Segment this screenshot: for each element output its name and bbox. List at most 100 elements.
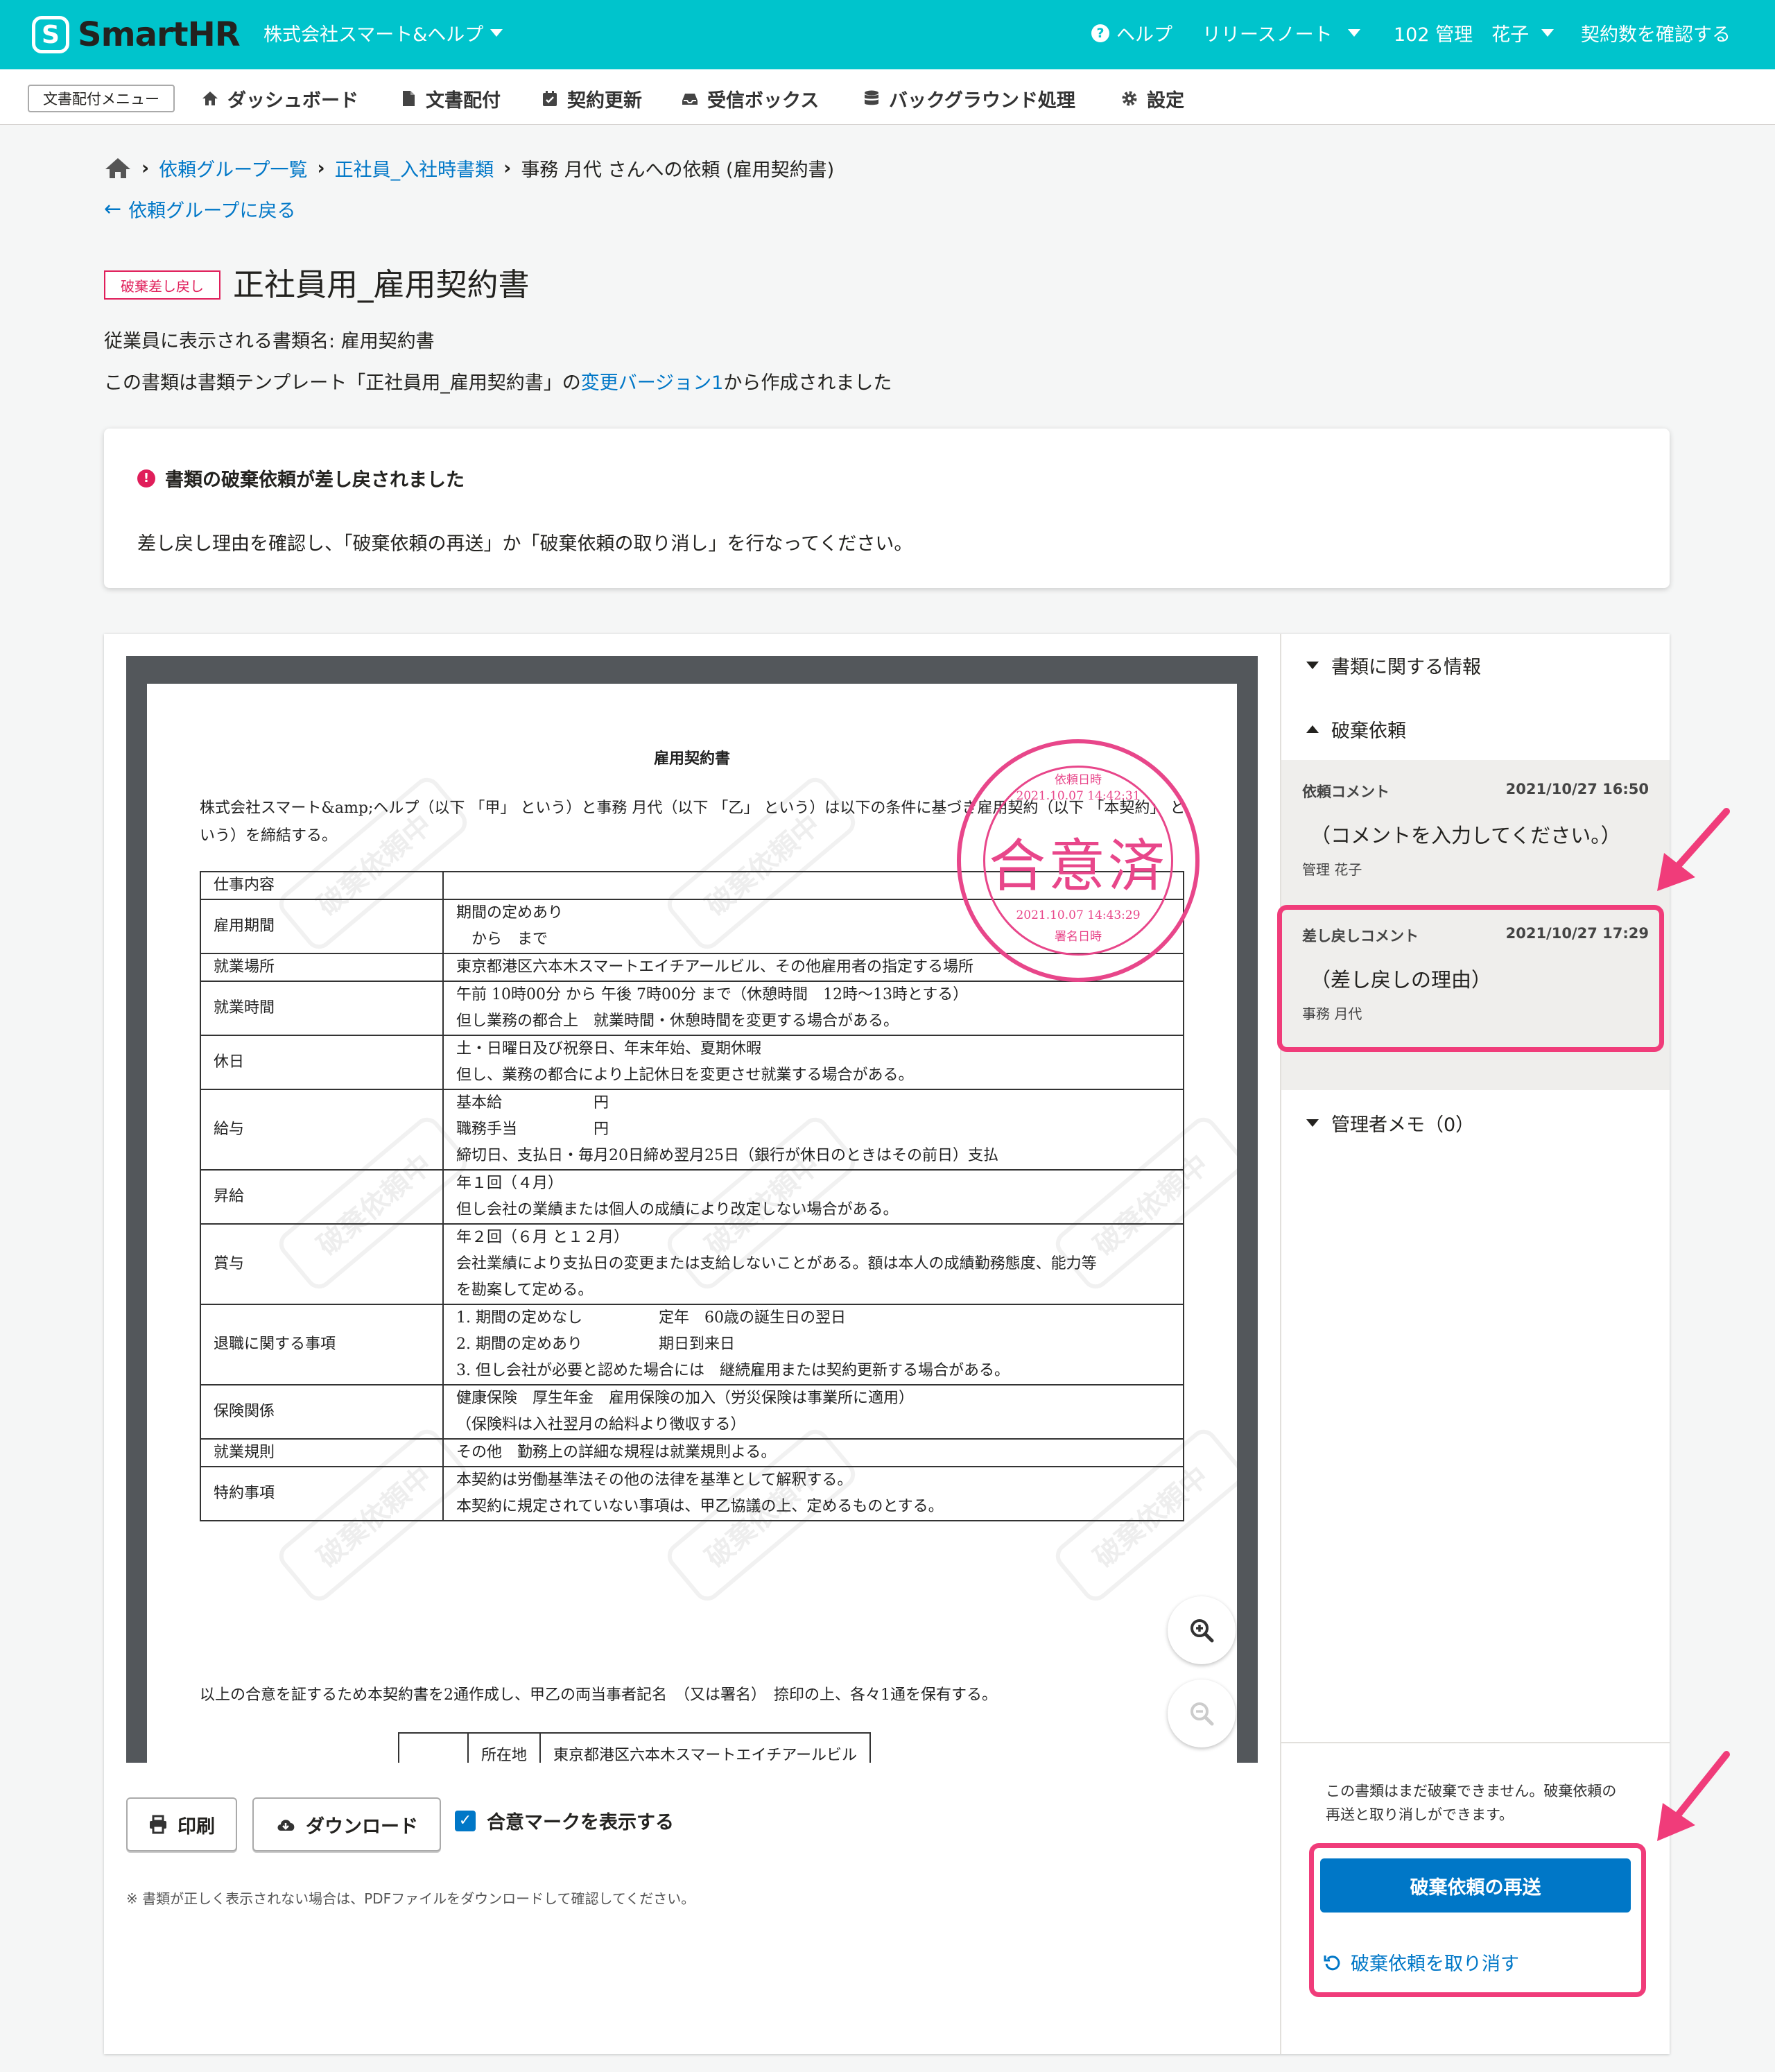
zoom-out-icon [1190,1702,1214,1726]
contract-row-value: 年２回（６月 と１２月） 会社業績により支払日の変更または支給しないことがある。額… [442,1223,1184,1305]
highlight-box [1277,905,1664,1052]
template-version-link[interactable]: 変更バージョン1 [581,372,724,394]
document-footer: 以上の合意を証するため本契約書を2通作成し、甲乙の両当事者記名 （又は署名） 捺… [200,1686,997,1704]
contract-row-line: 年１回（４月） [456,1175,564,1192]
back-link[interactable]: ← 依頼グループに戻る [104,196,296,223]
status-badge: 破棄差し戻し [104,270,220,300]
contract-row-key: 就業規則 [200,1438,444,1467]
template-info-prefix: この書類は書類テンプレート「正社員用_雇用契約書」の [104,372,581,394]
contract-row: 就業規則 その他 勤務上の詳細な規程は就業規則よる。 [200,1438,1184,1467]
release-notes-label: リリースノート [1202,24,1333,46]
request-comment-header: 依頼コメント 2021/10/27 16:50 [1302,781,1649,802]
zoom-in-button[interactable] [1168,1596,1236,1664]
show-agreement-mark-label: 合意マークを表示する [487,1812,674,1833]
contract-row-key: 就業場所 [200,953,444,982]
download-button[interactable]: ダウンロード [252,1797,441,1851]
chevron-right-icon: › [503,157,512,179]
contract-row-value: 基本給 円職務手当 円締切日、支払日・毎月20日締め翌月25日（銀行が休日のとき… [442,1089,1184,1171]
contract-row: 休日 土・日曜日及び祝祭日、年末年始、夏期休暇 但し、業務の都合により上記休日を変更… [200,1035,1184,1090]
contract-row-value: 1. 期間の定めなし 定年 60歳の誕生日の翌日 2. 期間の定めあり 期日到来日… [442,1304,1184,1385]
contract-row: 特約事項 本契約は労働基準法その他の法律を基準として解釈する。 本契約に規定されてい… [200,1466,1184,1521]
display-name-info: 従業員に表示される書類名: 雇用契約書 [104,331,435,352]
pdf-viewer[interactable]: 破棄依頼中 破棄依頼中 破棄依頼中 破棄依頼中 破棄依頼中 破棄依頼中 破棄依頼… [126,656,1258,1763]
contract-row-key: 昇給 [200,1169,444,1225]
nav-document-delivery[interactable]: 文書配付 [399,85,501,112]
nav-contract-renewal[interactable]: 契約更新 [541,85,642,112]
dashboard-icon [202,92,218,105]
contract-row-key: 賞与 [200,1223,444,1305]
chevron-down-icon [490,29,503,37]
sign-label: 所在地 [467,1732,542,1763]
logo-text: SmartHR [78,15,241,54]
contract-row: 保険関係 健康保険 厚生年金 雇用保険の加入（労災保険は事業所に適用） （保険料は入… [200,1384,1184,1440]
contract-row-key: 休日 [200,1035,444,1090]
chevron-down-icon [1347,29,1360,37]
stamp-signed-label: 署名日時 [1055,930,1102,944]
contract-row: 昇給 年１回（４月） 但し会社の業績または個人の成績により改定しない場合がある。 [200,1169,1184,1225]
contract-row-line: 土・日曜日及び祝祭日、年末年始、夏期休暇 [456,1040,762,1057]
download-label: ダウンロード [306,1815,418,1838]
help-label: ヘルプ [1116,24,1172,46]
release-notes-menu[interactable]: リリースノート [1202,19,1360,46]
stamp-requested-at: 2021.10.07 14:42:31 [1016,789,1141,803]
help-link[interactable]: ? ヘルプ [1091,19,1172,46]
company-switcher[interactable]: 株式会社スマート&ヘルプ [263,19,503,46]
section-document-info[interactable]: 書類に関する情報 [1306,652,1481,679]
user-menu[interactable]: 102 管理 花子 [1394,19,1555,46]
contract-count-link[interactable]: 契約数を確認する [1581,19,1731,46]
calendar-icon [543,91,557,106]
alert-title-text: 書類の破棄依頼が差し戻されました [165,469,465,491]
contract-row: 給与 基本給 円職務手当 円締切日、支払日・毎月20日締め翌月25日（銀行が休日の… [200,1089,1184,1171]
document-icon [403,91,415,106]
pdf-note: ※ 書類が正しく表示されない場合は、PDFファイルをダウンロードして確認してくだ… [126,1890,695,1907]
home-icon[interactable] [104,156,132,180]
show-agreement-mark-checkbox[interactable]: ✓ 合意マークを表示する [455,1807,674,1834]
annotation-arrow [1657,1751,1730,1841]
nav-dashboard[interactable]: ダッシュボード [201,85,358,112]
checkbox-checked-icon: ✓ [455,1810,476,1831]
template-info: この書類は書類テンプレート「正社員用_雇用契約書」の変更バージョン1から作成され… [104,368,892,395]
chevron-right-icon: › [141,157,150,179]
section-admin-memo[interactable]: 管理者メモ（0） [1306,1110,1474,1137]
contract-row-key: 就業時間 [200,981,444,1036]
request-comment-body: （コメントを入力してください。） [1310,824,1621,847]
alert-panel [104,429,1670,588]
request-comment-label: 依頼コメント [1302,784,1389,800]
breadcrumb-request-groups[interactable]: 依頼グループ一覧 [159,155,307,182]
zoom-in-icon [1190,1619,1214,1643]
section-admin-memo-label: 管理者メモ（0） [1331,1114,1475,1136]
database-icon [865,90,878,105]
nav-settings[interactable]: 設定 [1120,85,1184,112]
stamp-requested-label: 依頼日時 [1055,773,1102,787]
print-button[interactable]: 印刷 [126,1797,237,1851]
contract-row-line: （保険料は入社翌月の給料より徴収する） [456,1416,746,1433]
stamp-text: 合意済 [988,834,1168,899]
contract-row-key: 雇用期間 [200,899,444,954]
chevron-right-icon: › [317,157,325,179]
exclamation-icon: ! [137,469,155,487]
nav-background-jobs-label: バックグラウンド処理 [889,89,1075,112]
highlight-box [1309,1843,1646,1997]
arrow-left-icon: ← [104,197,122,221]
contract-row: 賞与 年２回（６月 と１２月） 会社業績により支払日の変更または支給しないことがある… [200,1223,1184,1305]
alert-body: 差し戻し理由を確認し、「破棄依頼の再送」か「破棄依頼の取り消し」を行なってくださ… [137,533,913,555]
document-menu-label: 文書配付メニュー [28,85,175,112]
caret-up-icon [1306,725,1319,733]
nav-inbox[interactable]: 受信ボックス [681,85,819,112]
contract-row-value: 健康保険 厚生年金 雇用保険の加入（労災保険は事業所に適用） （保険料は入社翌月の… [442,1384,1184,1440]
section-discard-request-label: 破棄依頼 [1331,720,1406,742]
smarthr-logo[interactable]: S SmartHR [32,12,241,57]
contract-row-value: 本契約は労働基準法その他の法律を基準として解釈する。 本契約に規定されていない事項… [442,1466,1184,1521]
contract-row-line: 3. 但し会社が必要と認めた場合には 継続雇用または契約更新する場合がある。 [456,1362,1010,1379]
zoom-out-button[interactable] [1168,1680,1236,1747]
section-discard-request[interactable]: 破棄依頼 [1306,716,1406,743]
template-info-suffix: から作成されました [723,372,892,394]
contract-row-line: を勘案して定める。 [456,1281,594,1299]
breadcrumb-group[interactable]: 正社員_入社時書類 [335,155,494,182]
chevron-down-icon [1541,29,1555,37]
annotation-arrow [1657,808,1730,891]
section-document-info-label: 書類に関する情報 [1331,657,1481,678]
contract-row-line: 職務手当 円 [456,1121,609,1138]
contract-row-line: 基本給 円 [456,1094,609,1112]
nav-background-jobs[interactable]: バックグラウンド処理 [863,85,1075,112]
